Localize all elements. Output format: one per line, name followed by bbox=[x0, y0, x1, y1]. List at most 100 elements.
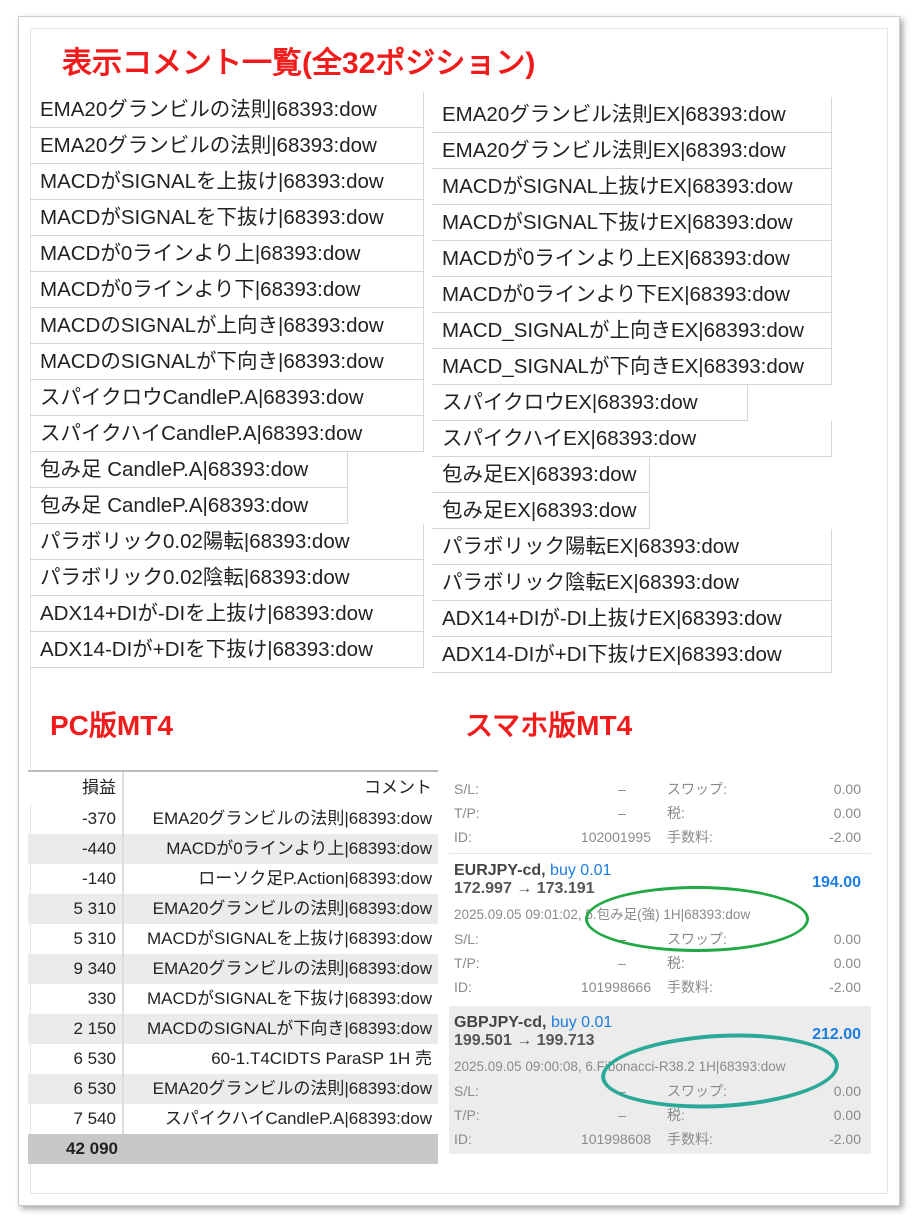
list-item: MACDがSIGNAL下抜けEX|68393:dow bbox=[432, 205, 832, 241]
order-comment: 2025.09.05 09:01:02, 5.包み足(強) 1H|68393:d… bbox=[454, 907, 751, 922]
id-label: ID: bbox=[454, 979, 472, 995]
trade-item[interactable]: GBPJPY-cd, buy 0.01 199.501 → 199.713 212.… bbox=[449, 1006, 871, 1154]
profit-cell: 5 310 bbox=[28, 894, 124, 924]
table-row[interactable]: 7 540 スパイクハイCandleP.A|68393:dow bbox=[28, 1104, 438, 1134]
id-label: ID: bbox=[454, 1131, 472, 1147]
right-comment-list: EMA20グランビル法則EX|68393:dow EMA20グランビル法則EX|6… bbox=[432, 97, 832, 673]
fee-value: -2.00 bbox=[829, 829, 861, 845]
list-item: ADX14+DIが-DI上抜けEX|68393:dow bbox=[432, 601, 832, 637]
list-item: MACD_SIGNALが下向きEX|68393:dow bbox=[432, 349, 832, 385]
list-item: スパイクロウCandleP.A|68393:dow bbox=[30, 380, 424, 416]
comment-cell: EMA20グランビルの法則|68393:dow bbox=[152, 959, 432, 978]
sl-label: S/L: bbox=[454, 781, 479, 797]
tax-value: 0.00 bbox=[833, 955, 861, 971]
table-row[interactable]: 2 150 MACDのSIGNALが下向き|68393:dow bbox=[28, 1014, 438, 1044]
list-item: パラボリック陰転EX|68393:dow bbox=[432, 565, 832, 601]
header-profit[interactable]: 損益 bbox=[28, 772, 124, 804]
list-item: EMA20グランビル法則EX|68393:dow bbox=[432, 97, 832, 133]
sl-value: – bbox=[618, 781, 626, 797]
list-item: MACDのSIGNALが上向き|68393:dow bbox=[30, 308, 424, 344]
left-comment-list: EMA20グランビルの法則|68393:dow EMA20グランビルの法則|683… bbox=[30, 92, 424, 668]
profit-cell: -140 bbox=[28, 864, 124, 894]
list-item: 包み足EX|68393:dow bbox=[432, 493, 650, 529]
list-item: 包み足EX|68393:dow bbox=[432, 457, 650, 493]
comment-cell: EMA20グランビルの法則|68393:dow bbox=[152, 809, 432, 828]
list-item: MACDが0ラインより上|68393:dow bbox=[30, 236, 424, 272]
order-side: buy 0.01 bbox=[550, 1014, 613, 1031]
swap-label: スワップ: bbox=[667, 1083, 727, 1099]
id-value: 101998666 bbox=[580, 979, 651, 995]
pc-section-label: PC版MT4 bbox=[50, 710, 173, 741]
comment-cell: MACDがSIGNALを下抜け|68393:dow bbox=[146, 989, 432, 1008]
tax-label: 税: bbox=[667, 955, 685, 971]
list-item: MACDのSIGNALが下向き|68393:dow bbox=[30, 344, 424, 380]
list-item: パラボリック0.02陽転|68393:dow bbox=[30, 524, 424, 560]
comment-cell: スパイクハイCandleP.A|68393:dow bbox=[164, 1109, 432, 1128]
profit-cell: 6 530 bbox=[28, 1044, 124, 1074]
table-row[interactable]: 5 310 EMA20グランビルの法則|68393:dow bbox=[28, 894, 438, 924]
tp-label: T/P: bbox=[454, 955, 480, 971]
list-item: スパイクロウEX|68393:dow bbox=[432, 385, 748, 421]
table-row[interactable]: 6 530 60-1.T4CIDTS ParaSP 1H 売 bbox=[28, 1044, 438, 1074]
list-item: MACDがSIGNALを上抜け|68393:dow bbox=[30, 164, 424, 200]
list-item: ADX14-DIが+DIを下抜け|68393:dow bbox=[30, 632, 424, 668]
list-item: EMA20グランビルの法則|68393:dow bbox=[30, 128, 424, 164]
price-change: 199.501 → 199.713 bbox=[454, 1032, 595, 1049]
list-item: ADX14+DIが-DIを上抜け|68393:dow bbox=[30, 596, 424, 632]
sl-label: S/L: bbox=[454, 931, 479, 947]
comment-cell: EMA20グランビルの法則|68393:dow bbox=[152, 899, 432, 918]
fee-label: 手数料: bbox=[667, 1131, 713, 1147]
profit-cell: -370 bbox=[28, 804, 124, 834]
table-row[interactable]: -440 MACDが0ラインより上|68393:dow bbox=[28, 834, 438, 864]
list-item: MACD_SIGNALが上向きEX|68393:dow bbox=[432, 313, 832, 349]
table-row[interactable]: 5 310 MACDがSIGNALを上抜け|68393:dow bbox=[28, 924, 438, 954]
list-item: MACDがSIGNAL上抜けEX|68393:dow bbox=[432, 169, 832, 205]
tax-label: 税: bbox=[667, 1107, 685, 1123]
list-item: MACDが0ラインより下EX|68393:dow bbox=[432, 277, 832, 313]
fee-value: -2.00 bbox=[829, 1131, 861, 1147]
trade-item[interactable]: EURJPY-cd, buy 0.01 172.997 → 173.191 194.… bbox=[449, 854, 871, 1006]
swap-value: 0.00 bbox=[833, 1083, 861, 1099]
id-value: 102001995 bbox=[580, 829, 651, 845]
list-item: MACDがSIGNALを下抜け|68393:dow bbox=[30, 200, 424, 236]
id-value: 101998608 bbox=[580, 1131, 651, 1147]
list-item: 包み足 CandleP.A|68393:dow bbox=[30, 452, 348, 488]
symbol-name: EURJPY-cd, bbox=[454, 862, 546, 879]
comment-cell: MACDが0ラインより上|68393:dow bbox=[166, 839, 432, 858]
table-row[interactable]: -370 EMA20グランビルの法則|68393:dow bbox=[28, 804, 438, 834]
table-row[interactable]: 330 MACDがSIGNALを下抜け|68393:dow bbox=[28, 984, 438, 1014]
tp-label: T/P: bbox=[454, 805, 480, 821]
page-title: 表示コメント一覧(全32ポジション) bbox=[62, 47, 536, 80]
comment-cell: 60-1.T4CIDTS ParaSP 1H 売 bbox=[211, 1049, 432, 1068]
swap-label: スワップ: bbox=[667, 931, 727, 947]
swap-value: 0.00 bbox=[833, 931, 861, 947]
total-row: 42 090 bbox=[28, 1134, 438, 1164]
price-change: 172.997 → 173.191 bbox=[454, 880, 595, 897]
fee-label: 手数料: bbox=[667, 979, 713, 995]
trade-item[interactable]: S/L: – スワップ: 0.00 T/P: – 税: 0.00 ID: 102001995 手数料… bbox=[449, 770, 871, 854]
comment-cell: MACDがSIGNALを上抜け|68393:dow bbox=[146, 929, 432, 948]
profit-cell: 9 340 bbox=[28, 954, 124, 984]
smartphone-section-label: スマホ版MT4 bbox=[465, 710, 633, 741]
header-comment[interactable]: コメント bbox=[124, 772, 438, 804]
profit-cell: 6 530 bbox=[28, 1074, 124, 1104]
profit-value: 194.00 bbox=[812, 874, 861, 891]
smartphone-mt4-trade-list: S/L: – スワップ: 0.00 T/P: – 税: 0.00 ID: 102001995 手数料… bbox=[449, 770, 871, 1154]
sl-value: – bbox=[618, 1083, 626, 1099]
symbol: EURJPY-cd, buy 0.01 bbox=[454, 862, 611, 880]
list-item: パラボリック0.02陰転|68393:dow bbox=[30, 560, 424, 596]
swap-label: スワップ: bbox=[667, 781, 727, 797]
order-comment: 2025.09.05 09:00:08, 6.Fibonacci-R38.2 1… bbox=[454, 1059, 786, 1074]
total-profit: 42 090 bbox=[66, 1139, 118, 1158]
table-row[interactable]: 9 340 EMA20グランビルの法則|68393:dow bbox=[28, 954, 438, 984]
tax-value: 0.00 bbox=[833, 1107, 861, 1123]
tp-value: – bbox=[618, 1107, 626, 1123]
table-row[interactable]: -140 ローソク足P.Action|68393:dow bbox=[28, 864, 438, 894]
swap-value: 0.00 bbox=[833, 781, 861, 797]
table-row[interactable]: 6 530 EMA20グランビルの法則|68393:dow bbox=[28, 1074, 438, 1104]
tax-label: 税: bbox=[667, 805, 685, 821]
symbol-name: GBPJPY-cd, bbox=[454, 1014, 547, 1031]
profit-cell: 5 310 bbox=[28, 924, 124, 954]
fee-label: 手数料: bbox=[667, 829, 713, 845]
sl-label: S/L: bbox=[454, 1083, 479, 1099]
